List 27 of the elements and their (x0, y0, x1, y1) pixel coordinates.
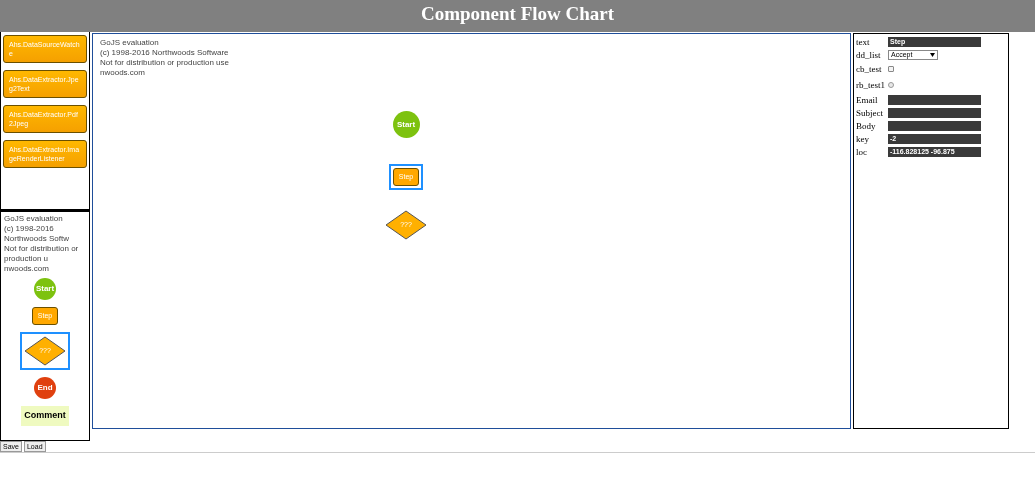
watermark-text: nwoods.com (100, 68, 146, 78)
end-node[interactable]: End (34, 377, 56, 399)
text-field[interactable] (888, 107, 981, 118)
watermark-text: nwoods.com (4, 264, 50, 274)
start-node[interactable]: Start (392, 111, 420, 138)
watermark-text: Not for distribution or production use (100, 58, 230, 68)
checkbox[interactable] (888, 66, 894, 72)
field-label: text (856, 36, 871, 47)
watermark-text: (c) 1998-2016 Northwoods Software (100, 48, 230, 58)
page-title: Component Flow Chart (420, 3, 615, 25)
text-field[interactable] (888, 94, 981, 105)
field-label: Subject (856, 107, 884, 118)
radio-button[interactable] (888, 82, 894, 88)
field-label: Body (856, 120, 877, 131)
field-label: key (856, 133, 870, 144)
caret-icon (930, 50, 935, 59)
text-field[interactable] (888, 120, 981, 131)
field-label: Email (856, 94, 879, 105)
start-node[interactable]: Start (34, 278, 56, 300)
watermark-text: GoJS evaluation (100, 38, 160, 48)
field-label: cb_test (856, 64, 883, 74)
field-label: loc (856, 146, 868, 157)
watermark-text: (c) 1998-2016 Northwoods Softw (4, 224, 70, 244)
field-label: dd_list (856, 49, 882, 60)
watermark-text: GoJS evaluation (4, 214, 64, 224)
comment-node[interactable]: Comment (21, 406, 69, 426)
field-label: rb_test1 (856, 80, 886, 90)
